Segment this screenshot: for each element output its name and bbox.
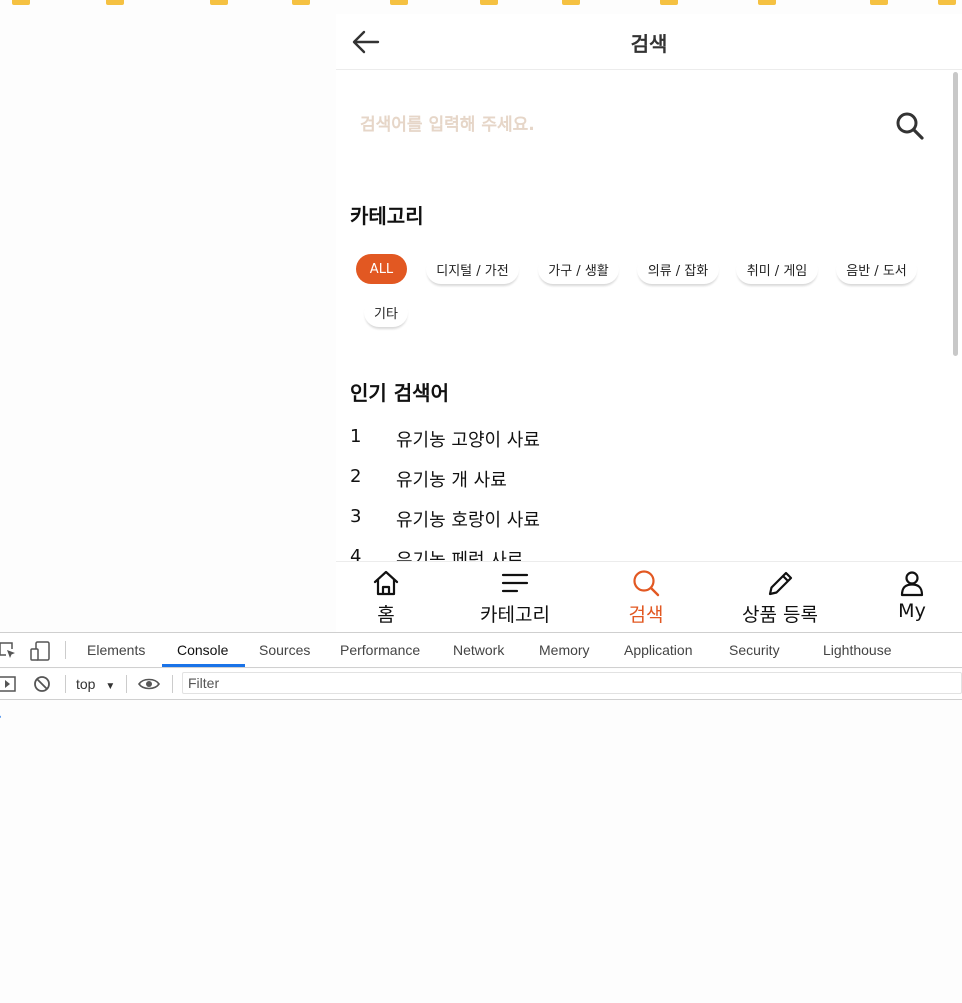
- divider: [126, 675, 127, 693]
- nav-search[interactable]: 검색: [626, 568, 666, 628]
- scrollbar-thumb[interactable]: [953, 72, 958, 356]
- folder-icon: [12, 0, 30, 5]
- device-toolbar-icon[interactable]: [30, 641, 52, 661]
- context-value: top: [76, 676, 96, 692]
- tab-security[interactable]: Security: [729, 642, 780, 658]
- tab-application[interactable]: Application: [624, 642, 693, 658]
- tab-memory[interactable]: Memory: [539, 642, 590, 658]
- nav-search-label: 검색: [628, 604, 664, 626]
- filter-placeholder: Filter: [188, 675, 220, 691]
- active-tab-indicator: [162, 664, 245, 667]
- bottom-nav: 홈 카테고리 검색 상품 등록 My: [336, 561, 962, 633]
- category-chip-furniture[interactable]: 가구 / 생활: [538, 254, 619, 284]
- folder-icon: [106, 0, 124, 5]
- tab-sources[interactable]: Sources: [259, 642, 310, 658]
- bookmarks-bar: [0, 0, 962, 6]
- popular-keyword: 유기농 개 사료: [396, 470, 507, 491]
- search-input[interactable]: [360, 110, 860, 140]
- nav-home-label: 홈: [377, 604, 395, 626]
- category-chip-clothing[interactable]: 의류 / 잡화: [637, 254, 719, 284]
- tab-lighthouse[interactable]: Lighthouse: [823, 642, 892, 658]
- folder-icon: [480, 0, 498, 5]
- eye-icon[interactable]: [138, 677, 160, 691]
- folder-icon: [758, 0, 776, 5]
- popular-keyword: 유기농 고양이 사료: [396, 430, 540, 451]
- category-chip-etc[interactable]: 기타: [364, 297, 408, 327]
- divider: [65, 641, 66, 659]
- top-bar: 검색: [336, 14, 962, 70]
- devtools-panel: Elements Console Sources Performance Net…: [0, 632, 962, 1003]
- tab-performance[interactable]: Performance: [340, 642, 420, 658]
- dropdown-arrow-icon: ▼: [105, 681, 116, 692]
- divider: [172, 675, 173, 693]
- folder-icon: [210, 0, 228, 5]
- category-chip-hobby[interactable]: 취미 / 게임: [736, 254, 818, 284]
- divider: [65, 675, 66, 693]
- bookmark-folder[interactable]: [480, 0, 498, 6]
- app-viewport: 검색 카테고리 ALL 디지털 / 가전 가구 / 생활 의류 / 잡화 취미 …: [336, 14, 962, 633]
- bookmark-folder[interactable]: [210, 0, 228, 6]
- search-icon: [896, 112, 924, 140]
- bookmark-folder[interactable]: [660, 0, 678, 6]
- bookmark-folder[interactable]: [938, 0, 956, 6]
- nav-category-label: 카테고리: [480, 604, 550, 626]
- bookmark-folder[interactable]: [106, 0, 124, 6]
- page-title: 검색: [630, 32, 668, 56]
- bookmark-folder[interactable]: [390, 0, 408, 6]
- nav-my[interactable]: My: [892, 568, 932, 628]
- console-prompt-icon[interactable]: ›: [0, 709, 2, 725]
- user-icon: [900, 571, 924, 597]
- nav-home[interactable]: 홈: [366, 568, 406, 628]
- popular-rank: 2: [350, 466, 362, 487]
- search-icon: [633, 570, 660, 597]
- category-chip-all[interactable]: ALL: [356, 254, 407, 284]
- category-section-title: 카테고리: [350, 204, 424, 228]
- bookmark-folder[interactable]: [562, 0, 580, 6]
- sidebar-toggle-icon[interactable]: [0, 676, 16, 692]
- pencil-icon: [768, 571, 793, 596]
- context-selector[interactable]: top ▼: [76, 676, 115, 692]
- tab-console[interactable]: Console: [177, 642, 228, 658]
- category-chip-digital[interactable]: 디지털 / 가전: [426, 254, 519, 284]
- popular-keyword: 유기농 호랑이 사료: [396, 510, 540, 531]
- nav-category[interactable]: 카테고리: [470, 568, 560, 628]
- search-button[interactable]: [894, 110, 926, 142]
- folder-icon: [390, 0, 408, 5]
- popular-rank: 1: [350, 426, 362, 447]
- folder-icon: [562, 0, 580, 5]
- tab-network[interactable]: Network: [453, 642, 504, 658]
- clear-console-icon[interactable]: [33, 675, 51, 693]
- folder-icon: [938, 0, 956, 5]
- menu-icon: [501, 573, 529, 593]
- home-icon: [373, 570, 399, 596]
- nav-product-register-label: 상품 등록: [742, 604, 818, 626]
- category-chip-books[interactable]: 음반 / 도서: [836, 254, 917, 284]
- console-toolbar: top ▼ Filter: [0, 669, 962, 700]
- devtools-tab-bar: Elements Console Sources Performance Net…: [0, 633, 962, 668]
- folder-icon: [870, 0, 888, 5]
- bookmark-folder[interactable]: [12, 0, 30, 6]
- inspect-element-icon[interactable]: [0, 641, 18, 661]
- nav-product-register[interactable]: 상품 등록: [732, 568, 828, 628]
- popular-rank: 3: [350, 506, 362, 527]
- popular-section-title: 인기 검색어: [350, 381, 449, 405]
- console-filter-input[interactable]: Filter: [182, 672, 962, 694]
- nav-my-label: My: [898, 600, 926, 622]
- bookmark-folder[interactable]: [758, 0, 776, 6]
- tab-elements[interactable]: Elements: [87, 642, 145, 658]
- bookmark-folder[interactable]: [870, 0, 888, 6]
- bookmark-folder[interactable]: [292, 0, 310, 6]
- folder-icon: [292, 0, 310, 5]
- folder-icon: [660, 0, 678, 5]
